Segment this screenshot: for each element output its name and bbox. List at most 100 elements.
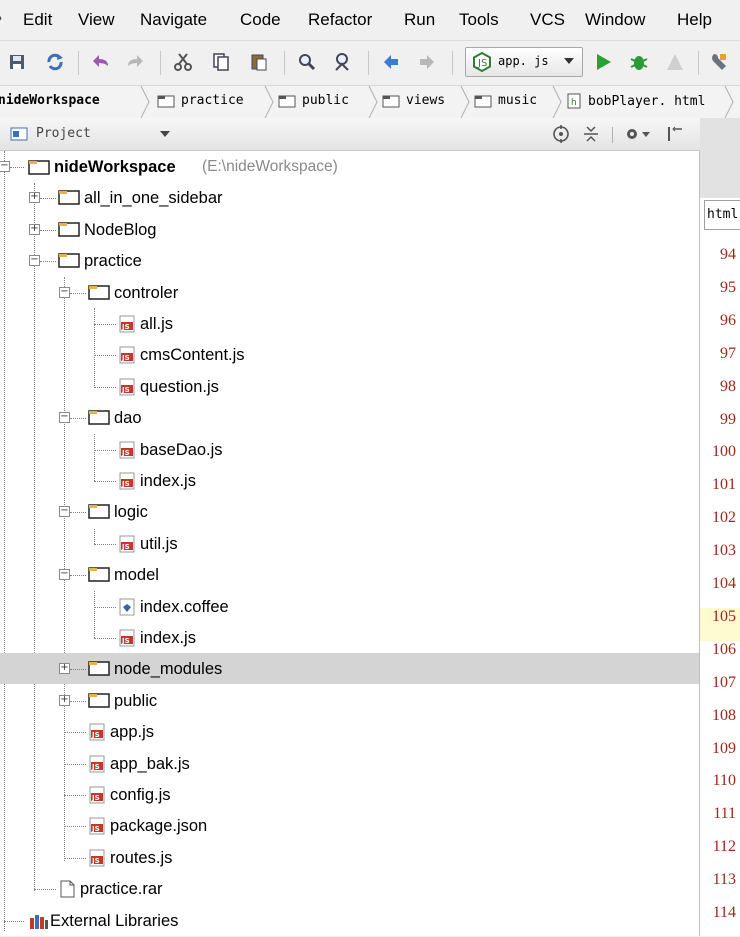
tree-file[interactable]: practice.rar — [0, 873, 699, 904]
breadcrumb-item[interactable]: h bobPlayer. html — [566, 93, 705, 109]
expand-toggle-icon[interactable]: + — [29, 223, 40, 235]
cut-icon[interactable] — [170, 49, 196, 75]
chevron-down-icon[interactable] — [160, 131, 170, 138]
tree-connector — [10, 167, 24, 168]
menu-help[interactable]: Help — [677, 10, 712, 30]
menu-view[interactable]: View — [78, 10, 115, 30]
forward-icon[interactable] — [414, 49, 440, 75]
collapse-toggle-icon[interactable]: − — [59, 286, 70, 298]
tree-file[interactable]: JS cmsContent.js — [0, 339, 699, 370]
breadcrumb-item[interactable]: nideWorkspace — [0, 93, 100, 108]
collapse-all-icon[interactable] — [582, 125, 600, 143]
tree-folder[interactable]: − controler — [0, 277, 699, 308]
collapse-toggle-icon[interactable]: − — [29, 255, 40, 267]
js-file-icon: JS — [88, 849, 106, 871]
collapse-toggle-icon[interactable]: − — [0, 161, 10, 172]
folder-icon — [58, 252, 80, 272]
run-config-label: app. js — [498, 54, 549, 68]
line-number: 98 — [720, 377, 736, 395]
line-number: 104 — [712, 575, 736, 592]
tree-file[interactable]: JS package.json — [0, 810, 699, 841]
menu-window[interactable]: Window — [585, 10, 645, 30]
expand-toggle-icon[interactable]: + — [59, 663, 70, 675]
folder-icon — [58, 189, 80, 209]
tree-folder[interactable]: + public — [0, 685, 699, 716]
find-icon[interactable] — [294, 49, 320, 75]
collapse-toggle-icon[interactable]: − — [59, 506, 70, 518]
menu-run[interactable]: Run — [404, 10, 435, 30]
tree-file[interactable]: index.coffee — [0, 591, 699, 622]
collapse-toggle-icon[interactable]: − — [59, 412, 70, 424]
tree-file[interactable]: JS routes.js — [0, 842, 699, 873]
svg-text:JS: JS — [121, 354, 130, 362]
tree-connector — [40, 229, 56, 231]
svg-text:JS: JS — [91, 857, 100, 865]
tree-folder[interactable]: − dao — [0, 402, 699, 433]
tree-external-libraries[interactable]: External Libraries — [0, 905, 699, 936]
line-number: 105 — [700, 607, 740, 641]
gear-icon[interactable] — [624, 125, 652, 143]
menu-navigate[interactable]: Navigate — [140, 10, 207, 30]
breadcrumb-separator-icon — [368, 86, 378, 118]
breadcrumb-item[interactable]: practice — [157, 93, 244, 108]
tree-file[interactable]: JS all.js — [0, 308, 699, 339]
tree-item-label: External Libraries — [50, 911, 179, 930]
tree-folder[interactable]: + node_modules — [0, 653, 699, 685]
copy-icon[interactable] — [208, 49, 234, 75]
tree-item-label: all.js — [140, 315, 174, 333]
tree-item-label: dao — [114, 409, 142, 428]
tree-file[interactable]: JS app_bak.js — [0, 748, 699, 779]
debug-icon[interactable] — [626, 49, 652, 75]
tree-folder[interactable]: − model — [0, 559, 699, 590]
js-file-icon: JS — [118, 441, 136, 463]
nodejs-icon: JS — [473, 52, 491, 72]
undo-icon[interactable] — [88, 49, 114, 75]
line-number: 110 — [712, 772, 736, 790]
back-icon[interactable] — [378, 49, 404, 75]
svg-text:JS: JS — [91, 763, 100, 771]
tree-file[interactable]: JS question.js — [0, 371, 699, 402]
tree-folder[interactable]: − practice — [0, 245, 699, 276]
tree-folder[interactable]: + all_in_one_sidebar — [0, 182, 699, 213]
sync-icon[interactable] — [42, 49, 68, 75]
scroll-from-source-icon[interactable] — [552, 125, 570, 143]
tree-file[interactable]: JS index.js — [0, 622, 699, 653]
collapse-toggle-icon[interactable]: − — [59, 569, 70, 581]
tree-file[interactable]: JS config.js — [0, 779, 699, 810]
tree-item-label: routes.js — [110, 848, 173, 867]
tree-connector — [94, 386, 116, 388]
tree-file[interactable]: JS app.js — [0, 716, 699, 747]
run-icon[interactable] — [590, 49, 616, 75]
menu-code[interactable]: Code — [240, 10, 281, 30]
breadcrumb-item[interactable]: views — [382, 93, 445, 108]
save-icon[interactable] — [4, 49, 30, 75]
replace-icon[interactable] — [330, 49, 356, 75]
tree-file[interactable]: JS index.js — [0, 465, 699, 496]
breadcrumb-item[interactable]: public — [278, 93, 349, 108]
editor-tab[interactable]: html — [704, 200, 740, 230]
settings-wrench-icon[interactable] — [706, 49, 732, 75]
breadcrumb-label: views — [406, 93, 446, 108]
toolbar-separator — [698, 51, 699, 75]
menu-vcs[interactable]: VCS — [530, 10, 565, 30]
paste-icon[interactable] — [246, 49, 272, 75]
expand-toggle-icon[interactable]: + — [29, 192, 40, 204]
line-number: 108 — [712, 706, 736, 724]
tree-file[interactable]: JS baseDao.js — [0, 434, 699, 465]
hide-panel-icon[interactable] — [666, 125, 684, 143]
tree-connector — [70, 512, 86, 514]
tree-root[interactable]: − nideWorkspace (E:\nideWorkspace) — [0, 151, 699, 182]
expand-toggle-icon[interactable]: + — [59, 694, 70, 706]
run-configuration-select[interactable]: JS app. js — [465, 47, 583, 77]
redo-icon[interactable] — [122, 49, 148, 75]
menu-edit[interactable]: Edit — [23, 10, 52, 30]
breadcrumb-item[interactable]: music — [474, 93, 537, 108]
coverage-icon[interactable] — [662, 49, 688, 75]
menu-tools[interactable]: Tools — [459, 10, 499, 30]
menu-refactor[interactable]: Refactor — [308, 10, 372, 30]
coffee-file-icon — [118, 598, 136, 620]
tree-file[interactable]: JS util.js — [0, 528, 699, 559]
tree-folder[interactable]: − logic — [0, 496, 699, 527]
breadcrumb-label: public — [302, 93, 349, 108]
tree-folder[interactable]: + NodeBlog — [0, 214, 699, 245]
